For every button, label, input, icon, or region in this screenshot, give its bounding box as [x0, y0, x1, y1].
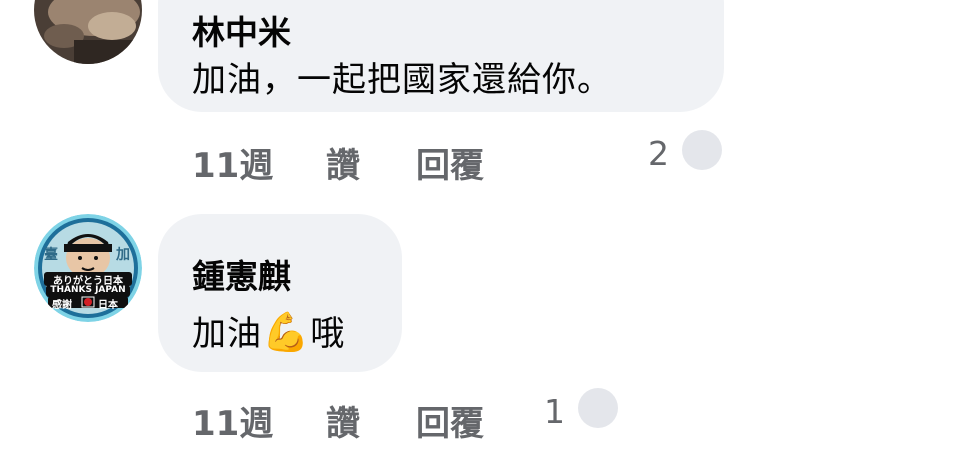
comment-text-part1: 加油	[192, 314, 262, 354]
comment-bubble: 鍾憲麒 加油💪哦	[158, 214, 402, 372]
reply-button[interactable]: 回覆	[416, 396, 484, 445]
avatar-text-top-left: 臺	[44, 247, 58, 263]
reaction-placeholder-icon[interactable]	[578, 388, 618, 428]
reaction-count[interactable]: 1	[544, 392, 565, 431]
avatar-text-line3-left: 感謝	[52, 300, 72, 311]
comment-text: 加油💪哦	[192, 306, 345, 355]
avatar-text-top-right: 加	[116, 247, 130, 263]
flexed-biceps-emoji: 💪	[262, 310, 311, 354]
comment-text-part2: 哦	[310, 314, 346, 354]
avatar-text-line2: THANKS JAPAN	[50, 285, 126, 295]
comment-2: ありがとう日本 THANKS JAPAN 感謝 日本 臺 加 鍾憲麒 加油💪哦 …	[0, 0, 980, 450]
comment-time[interactable]: 11週	[192, 396, 273, 445]
avatar-text-line3-right: 日本	[98, 300, 118, 311]
comment-author[interactable]: 鍾憲麒	[192, 250, 291, 298]
avatar[interactable]: ありがとう日本 THANKS JAPAN 感謝 日本 臺 加	[34, 214, 142, 322]
like-button[interactable]: 讚	[326, 396, 360, 445]
